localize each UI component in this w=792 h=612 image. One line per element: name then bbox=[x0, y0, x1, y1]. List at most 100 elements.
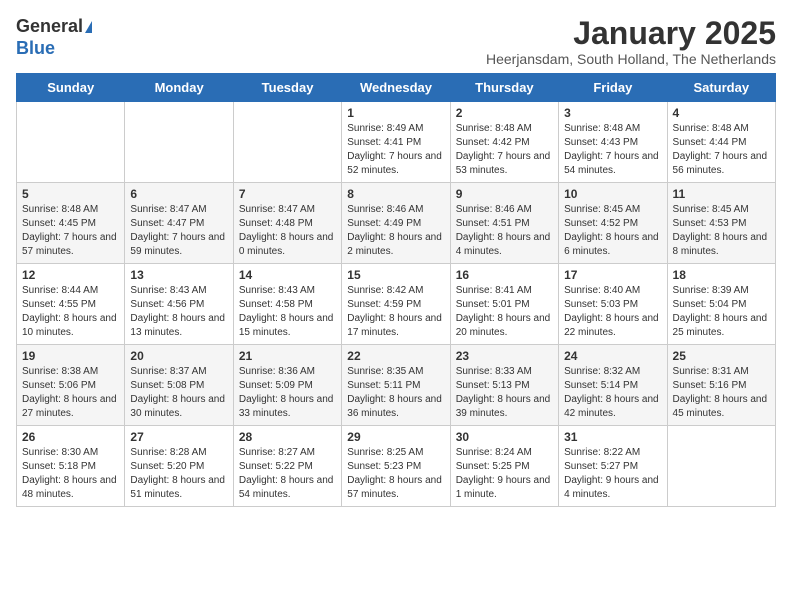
day-number: 5 bbox=[22, 187, 119, 201]
calendar-cell: 9 Sunrise: 8:46 AM Sunset: 4:51 PM Daylig… bbox=[450, 183, 558, 264]
day-info: Sunrise: 8:47 AM Sunset: 4:48 PM Dayligh… bbox=[239, 203, 336, 259]
calendar-cell: 8 Sunrise: 8:46 AM Sunset: 4:49 PM Daylig… bbox=[342, 183, 450, 264]
calendar-cell: 4Sunrise: 8:48 AM Sunset: 4:44 PM Daylig… bbox=[667, 102, 775, 183]
calendar-week-row: 19 Sunrise: 8:38 AM Sunset: 5:06 PM Dayli… bbox=[17, 345, 776, 426]
day-number: 8 bbox=[347, 187, 444, 201]
title-area: January 2025 Heerjansdam, South Holland,… bbox=[486, 16, 776, 67]
calendar-cell: 27 Sunrise: 8:28 AM Sunset: 5:20 PM Dayli… bbox=[125, 426, 233, 507]
calendar-cell: 14 Sunrise: 8:43 AM Sunset: 4:58 PM Dayli… bbox=[233, 264, 341, 345]
calendar-cell: 25 Sunrise: 8:31 AM Sunset: 5:16 PM Dayli… bbox=[667, 345, 775, 426]
day-info: Sunrise: 8:45 AM Sunset: 4:53 PM Dayligh… bbox=[673, 203, 770, 259]
day-number: 12 bbox=[22, 268, 119, 282]
calendar-cell: 5Sunrise: 8:48 AM Sunset: 4:45 PM Daylig… bbox=[17, 183, 125, 264]
day-info: Sunrise: 8:35 AM Sunset: 5:11 PM Dayligh… bbox=[347, 365, 444, 421]
weekday-header: Thursday bbox=[450, 74, 558, 102]
weekday-header: Wednesday bbox=[342, 74, 450, 102]
logo: General Blue bbox=[16, 16, 92, 59]
day-number: 16 bbox=[456, 268, 553, 282]
logo-general: General bbox=[16, 16, 92, 38]
day-number: 6 bbox=[130, 187, 227, 201]
calendar-cell: 18 Sunrise: 8:39 AM Sunset: 5:04 PM Dayli… bbox=[667, 264, 775, 345]
day-info: Sunrise: 8:25 AM Sunset: 5:23 PM Dayligh… bbox=[347, 446, 444, 502]
day-info: Sunrise: 8:41 AM Sunset: 5:01 PM Dayligh… bbox=[456, 284, 553, 340]
day-number: 2 bbox=[456, 106, 553, 120]
day-info: Sunrise: 8:46 AM Sunset: 4:51 PM Dayligh… bbox=[456, 203, 553, 259]
day-info: Sunrise: 8:24 AM Sunset: 5:25 PM Dayligh… bbox=[456, 446, 553, 502]
day-number: 11 bbox=[673, 187, 770, 201]
day-number: 28 bbox=[239, 430, 336, 444]
day-number: 21 bbox=[239, 349, 336, 363]
month-title: January 2025 bbox=[486, 16, 776, 51]
calendar-cell: 11 Sunrise: 8:45 AM Sunset: 4:53 PM Dayli… bbox=[667, 183, 775, 264]
calendar-cell: 23 Sunrise: 8:33 AM Sunset: 5:13 PM Dayli… bbox=[450, 345, 558, 426]
day-number: 20 bbox=[130, 349, 227, 363]
day-info: Sunrise: 8:46 AM Sunset: 4:49 PM Dayligh… bbox=[347, 203, 444, 259]
calendar-cell: 19 Sunrise: 8:38 AM Sunset: 5:06 PM Dayli… bbox=[17, 345, 125, 426]
day-info: Sunrise: 8:43 AM Sunset: 4:58 PM Dayligh… bbox=[239, 284, 336, 340]
calendar-cell: 20 Sunrise: 8:37 AM Sunset: 5:08 PM Dayli… bbox=[125, 345, 233, 426]
day-number: 26 bbox=[22, 430, 119, 444]
calendar-table: SundayMondayTuesdayWednesdayThursdayFrid… bbox=[16, 73, 776, 507]
day-info: Sunrise: 8:48 AM Sunset: 4:42 PM Dayligh… bbox=[456, 122, 553, 178]
calendar-cell: 16 Sunrise: 8:41 AM Sunset: 5:01 PM Dayli… bbox=[450, 264, 558, 345]
day-number: 18 bbox=[673, 268, 770, 282]
day-info: Sunrise: 8:28 AM Sunset: 5:20 PM Dayligh… bbox=[130, 446, 227, 502]
day-info: Sunrise: 8:32 AM Sunset: 5:14 PM Dayligh… bbox=[564, 365, 661, 421]
calendar-cell: 17 Sunrise: 8:40 AM Sunset: 5:03 PM Dayli… bbox=[559, 264, 667, 345]
day-info: Sunrise: 8:39 AM Sunset: 5:04 PM Dayligh… bbox=[673, 284, 770, 340]
calendar-cell: 1Sunrise: 8:49 AM Sunset: 4:41 PM Daylig… bbox=[342, 102, 450, 183]
location-title: Heerjansdam, South Holland, The Netherla… bbox=[486, 51, 776, 67]
calendar-week-row: 1Sunrise: 8:49 AM Sunset: 4:41 PM Daylig… bbox=[17, 102, 776, 183]
calendar-cell: 29Sunrise: 8:25 AM Sunset: 5:23 PM Dayli… bbox=[342, 426, 450, 507]
calendar-cell: 28 Sunrise: 8:27 AM Sunset: 5:22 PM Dayli… bbox=[233, 426, 341, 507]
calendar-cell bbox=[17, 102, 125, 183]
day-info: Sunrise: 8:33 AM Sunset: 5:13 PM Dayligh… bbox=[456, 365, 553, 421]
day-number: 3 bbox=[564, 106, 661, 120]
day-number: 14 bbox=[239, 268, 336, 282]
day-info: Sunrise: 8:47 AM Sunset: 4:47 PM Dayligh… bbox=[130, 203, 227, 259]
day-number: 7 bbox=[239, 187, 336, 201]
day-number: 22 bbox=[347, 349, 444, 363]
calendar-cell: 24Sunrise: 8:32 AM Sunset: 5:14 PM Dayli… bbox=[559, 345, 667, 426]
day-info: Sunrise: 8:45 AM Sunset: 4:52 PM Dayligh… bbox=[564, 203, 661, 259]
calendar-cell: 7 Sunrise: 8:47 AM Sunset: 4:48 PM Daylig… bbox=[233, 183, 341, 264]
calendar-week-row: 5Sunrise: 8:48 AM Sunset: 4:45 PM Daylig… bbox=[17, 183, 776, 264]
calendar-week-row: 12Sunrise: 8:44 AM Sunset: 4:55 PM Dayli… bbox=[17, 264, 776, 345]
weekday-header: Sunday bbox=[17, 74, 125, 102]
weekday-header-row: SundayMondayTuesdayWednesdayThursdayFrid… bbox=[17, 74, 776, 102]
day-info: Sunrise: 8:38 AM Sunset: 5:06 PM Dayligh… bbox=[22, 365, 119, 421]
calendar-cell: 13Sunrise: 8:43 AM Sunset: 4:56 PM Dayli… bbox=[125, 264, 233, 345]
calendar-cell: 12Sunrise: 8:44 AM Sunset: 4:55 PM Dayli… bbox=[17, 264, 125, 345]
calendar-cell: 6 Sunrise: 8:47 AM Sunset: 4:47 PM Daylig… bbox=[125, 183, 233, 264]
calendar-cell bbox=[233, 102, 341, 183]
calendar-cell: 15 Sunrise: 8:42 AM Sunset: 4:59 PM Dayli… bbox=[342, 264, 450, 345]
calendar-week-row: 26 Sunrise: 8:30 AM Sunset: 5:18 PM Dayli… bbox=[17, 426, 776, 507]
day-number: 9 bbox=[456, 187, 553, 201]
day-number: 19 bbox=[22, 349, 119, 363]
calendar-cell: 30 Sunrise: 8:24 AM Sunset: 5:25 PM Dayli… bbox=[450, 426, 558, 507]
day-info: Sunrise: 8:31 AM Sunset: 5:16 PM Dayligh… bbox=[673, 365, 770, 421]
weekday-header: Saturday bbox=[667, 74, 775, 102]
day-info: Sunrise: 8:43 AM Sunset: 4:56 PM Dayligh… bbox=[130, 284, 227, 340]
calendar-cell: 26 Sunrise: 8:30 AM Sunset: 5:18 PM Dayli… bbox=[17, 426, 125, 507]
day-number: 27 bbox=[130, 430, 227, 444]
logo-blue: Blue bbox=[16, 38, 55, 60]
day-number: 31 bbox=[564, 430, 661, 444]
day-info: Sunrise: 8:27 AM Sunset: 5:22 PM Dayligh… bbox=[239, 446, 336, 502]
calendar-cell bbox=[125, 102, 233, 183]
calendar-cell: 2 Sunrise: 8:48 AM Sunset: 4:42 PM Daylig… bbox=[450, 102, 558, 183]
day-number: 30 bbox=[456, 430, 553, 444]
day-info: Sunrise: 8:49 AM Sunset: 4:41 PM Dayligh… bbox=[347, 122, 444, 178]
weekday-header: Monday bbox=[125, 74, 233, 102]
day-info: Sunrise: 8:37 AM Sunset: 5:08 PM Dayligh… bbox=[130, 365, 227, 421]
day-number: 23 bbox=[456, 349, 553, 363]
day-number: 25 bbox=[673, 349, 770, 363]
day-number: 15 bbox=[347, 268, 444, 282]
day-info: Sunrise: 8:42 AM Sunset: 4:59 PM Dayligh… bbox=[347, 284, 444, 340]
day-number: 17 bbox=[564, 268, 661, 282]
calendar-cell: 22 Sunrise: 8:35 AM Sunset: 5:11 PM Dayli… bbox=[342, 345, 450, 426]
day-info: Sunrise: 8:40 AM Sunset: 5:03 PM Dayligh… bbox=[564, 284, 661, 340]
weekday-header: Tuesday bbox=[233, 74, 341, 102]
day-info: Sunrise: 8:36 AM Sunset: 5:09 PM Dayligh… bbox=[239, 365, 336, 421]
day-info: Sunrise: 8:30 AM Sunset: 5:18 PM Dayligh… bbox=[22, 446, 119, 502]
